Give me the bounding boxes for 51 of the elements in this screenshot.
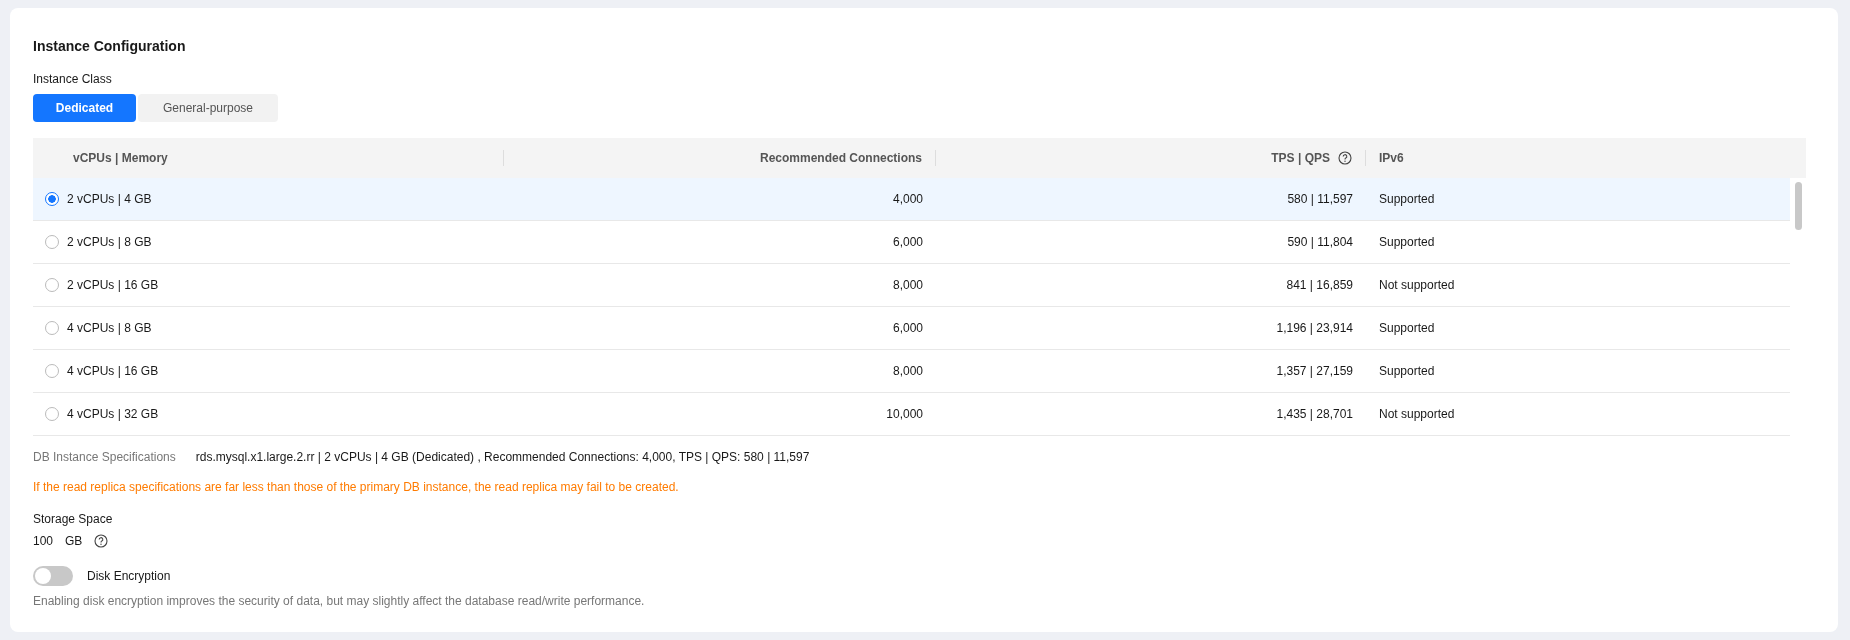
table-row[interactable]: 2 vCPUs | 16 GB 8,000 841 | 16,859 Not supported: [33, 264, 1790, 307]
section-title: Instance Configuration: [33, 38, 187, 54]
table-cell: 1,196 | 23,914: [1276, 321, 1353, 335]
table-cell: Supported: [1379, 192, 1435, 206]
radio-button[interactable]: [45, 192, 59, 206]
help-icon[interactable]: [94, 534, 109, 548]
table-cell: 8,000: [892, 364, 923, 378]
column-header: Recommended Connections: [759, 151, 922, 165]
table-row[interactable]: 2 vCPUs | 4 GB 4,000 580 | 11,597 Supported: [33, 178, 1790, 221]
table-cell: Supported: [1379, 235, 1435, 249]
table-cell: 580 | 11,597: [1287, 192, 1353, 206]
table-cell: 10,000: [886, 407, 923, 421]
storage-value: 100: [33, 534, 54, 548]
class-tab[interactable]: Dedicated: [33, 94, 136, 122]
spec-value: rds.mysql.x1.large.2.rr | 2 vCPUs | 4 GB (Dedicated) , Recommended Connections: 4,000, TPS | QPS: 580 | 11,597: [195, 450, 810, 464]
toggle-switch[interactable]: [33, 566, 73, 586]
table-row[interactable]: 2 vCPUs | 8 GB 6,000 590 | 11,804 Supported: [33, 221, 1790, 264]
table-cell: 1,357 | 27,159: [1276, 364, 1353, 378]
hint-text: Enabling disk encryption improves the security of data, but may slightly affect the database read/write performance.: [33, 594, 646, 608]
table-row[interactable]: 4 vCPUs | 32 GB 10,000 1,435 | 28,701 Not supported: [33, 393, 1790, 436]
unit-label: GB: [65, 534, 83, 548]
table-row[interactable]: 4 vCPUs | 16 GB 8,000 1,357 | 27,159 Supported: [33, 350, 1790, 393]
table-cell: 6,000: [892, 321, 923, 335]
field-label: Instance Class: [33, 72, 113, 86]
table-row[interactable]: 4 vCPUs | 8 GB 6,000 1,196 | 23,914 Supported: [33, 307, 1790, 350]
table-cell: Not supported: [1379, 278, 1455, 292]
help-icon[interactable]: [1338, 151, 1352, 165]
table-cell: 2 vCPUs | 8 GB: [67, 235, 152, 249]
column-header: vCPUs | Memory: [73, 151, 168, 165]
field-label: Storage Space: [33, 512, 114, 526]
table-cell: 1,435 | 28,701: [1276, 407, 1353, 421]
warning-text: If the read replica specifications are far less than those of the primary DB instance, the read replica may fail to be created.: [33, 480, 680, 494]
scrollbar-thumb[interactable]: [1794, 182, 1802, 230]
table-cell: 590 | 11,804: [1287, 235, 1353, 249]
class-tab[interactable]: General-purpose: [138, 94, 278, 122]
table-cell: 4 vCPUs | 8 GB: [67, 321, 152, 335]
table-cell: 2 vCPUs | 16 GB: [67, 278, 159, 292]
toggle-label: Disk Encryption: [87, 569, 171, 583]
table-cell: 841 | 16,859: [1286, 278, 1353, 292]
table-cell: Supported: [1379, 321, 1435, 335]
table-cell: 8,000: [892, 278, 923, 292]
field-label: DB Instance Specifications: [33, 450, 176, 464]
table-cell: Not supported: [1379, 407, 1455, 421]
column-header: TPS | QPS: [1271, 151, 1330, 165]
table-cell: 6,000: [892, 235, 923, 249]
column-header: IPv6: [1379, 151, 1404, 165]
table-cell: 4,000: [892, 192, 923, 206]
table-cell: Supported: [1379, 364, 1435, 378]
table-cell: 4 vCPUs | 16 GB: [67, 364, 159, 378]
table-cell: 4 vCPUs | 32 GB: [67, 407, 159, 421]
table-cell: 2 vCPUs | 4 GB: [67, 192, 152, 206]
